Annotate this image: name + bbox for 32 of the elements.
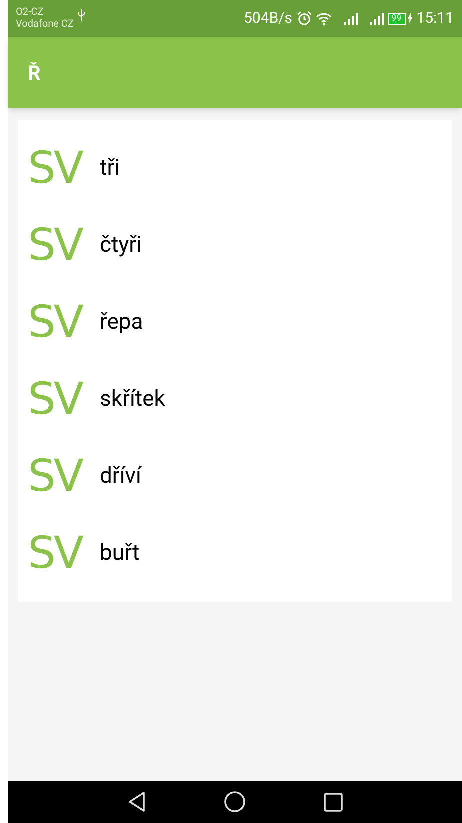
item-label: dříví xyxy=(100,463,142,491)
logo: SV xyxy=(28,300,84,344)
wifi-icon xyxy=(316,12,332,26)
list-item[interactable]: SV tři xyxy=(18,130,452,207)
battery-icon: 99 xyxy=(388,12,406,24)
item-label: buřt xyxy=(100,540,140,568)
signal-icon xyxy=(370,12,384,24)
list-item[interactable]: SV dříví xyxy=(18,438,452,515)
network-speed: 504B/s xyxy=(244,8,293,30)
logo: SV xyxy=(28,454,84,498)
carrier-name: Vodafone CZ xyxy=(16,18,74,30)
alarm-icon xyxy=(296,11,312,26)
list-item[interactable]: SV řepa xyxy=(18,284,452,361)
item-label: čtyři xyxy=(100,232,142,260)
logo: SV xyxy=(28,146,84,190)
app-bar-title: Ř xyxy=(28,60,41,86)
carrier-name: O2-CZ xyxy=(16,6,45,18)
signal-icon xyxy=(344,12,358,24)
list-item[interactable]: SV skřítek xyxy=(18,361,452,438)
list-item[interactable]: SV čtyři xyxy=(18,207,452,284)
item-label: řepa xyxy=(100,309,144,337)
home-icon[interactable] xyxy=(224,791,246,813)
item-label: skřítek xyxy=(100,386,166,414)
item-label: tři xyxy=(100,155,120,183)
list-item[interactable]: SV buřt xyxy=(18,515,452,592)
logo: SV xyxy=(28,378,84,422)
clock-time: 15:11 xyxy=(416,8,454,30)
logo: SV xyxy=(28,224,84,268)
usb-icon xyxy=(78,8,86,20)
back-icon[interactable] xyxy=(128,792,146,812)
recents-icon[interactable] xyxy=(324,792,342,812)
logo: SV xyxy=(28,532,84,576)
